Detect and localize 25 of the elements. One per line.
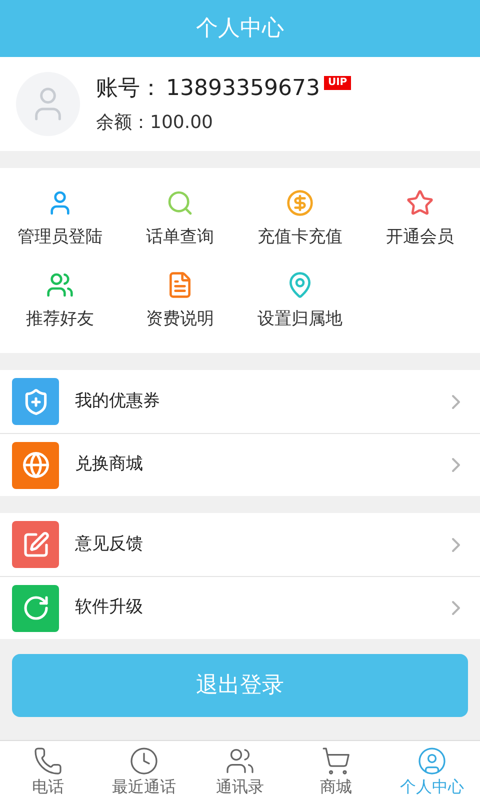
balance-label: 余额： [96, 111, 150, 135]
feature-item[interactable]: 话单查询 [120, 185, 240, 254]
feature-item[interactable]: 设置归属地 [240, 266, 360, 336]
account-label: 账号： [96, 75, 162, 103]
user-circle-icon [417, 746, 447, 776]
feature-item[interactable]: 推荐好友 [0, 266, 120, 336]
feature-item[interactable]: 资费说明 [120, 266, 240, 336]
menu-row[interactable]: 软件升级 [0, 576, 480, 639]
account-number: 13893359673 [166, 75, 320, 103]
phone-icon [33, 746, 63, 776]
tab[interactable]: 商城 [288, 741, 384, 800]
feature-item[interactable]: 充值卡充值 [240, 185, 360, 254]
menu-row[interactable]: 我的优惠券 [0, 370, 480, 433]
balance-value: 100.00 [150, 111, 213, 135]
feature-item[interactable]: 开通会员 [360, 185, 480, 254]
tab[interactable]: 电话 [0, 741, 96, 800]
page-title: 个人中心 [196, 15, 284, 43]
tab[interactable]: 通讯录 [192, 741, 288, 800]
cart-icon [321, 746, 351, 776]
menu-row[interactable]: 意见反馈 [0, 513, 480, 576]
menu-row[interactable]: 兑换商城 [0, 433, 480, 496]
vip-badge: UIP [324, 76, 352, 90]
clock-icon [129, 746, 159, 776]
feature-item[interactable]: 管理员登陆 [0, 185, 120, 254]
tab[interactable]: 最近通话 [96, 741, 192, 800]
